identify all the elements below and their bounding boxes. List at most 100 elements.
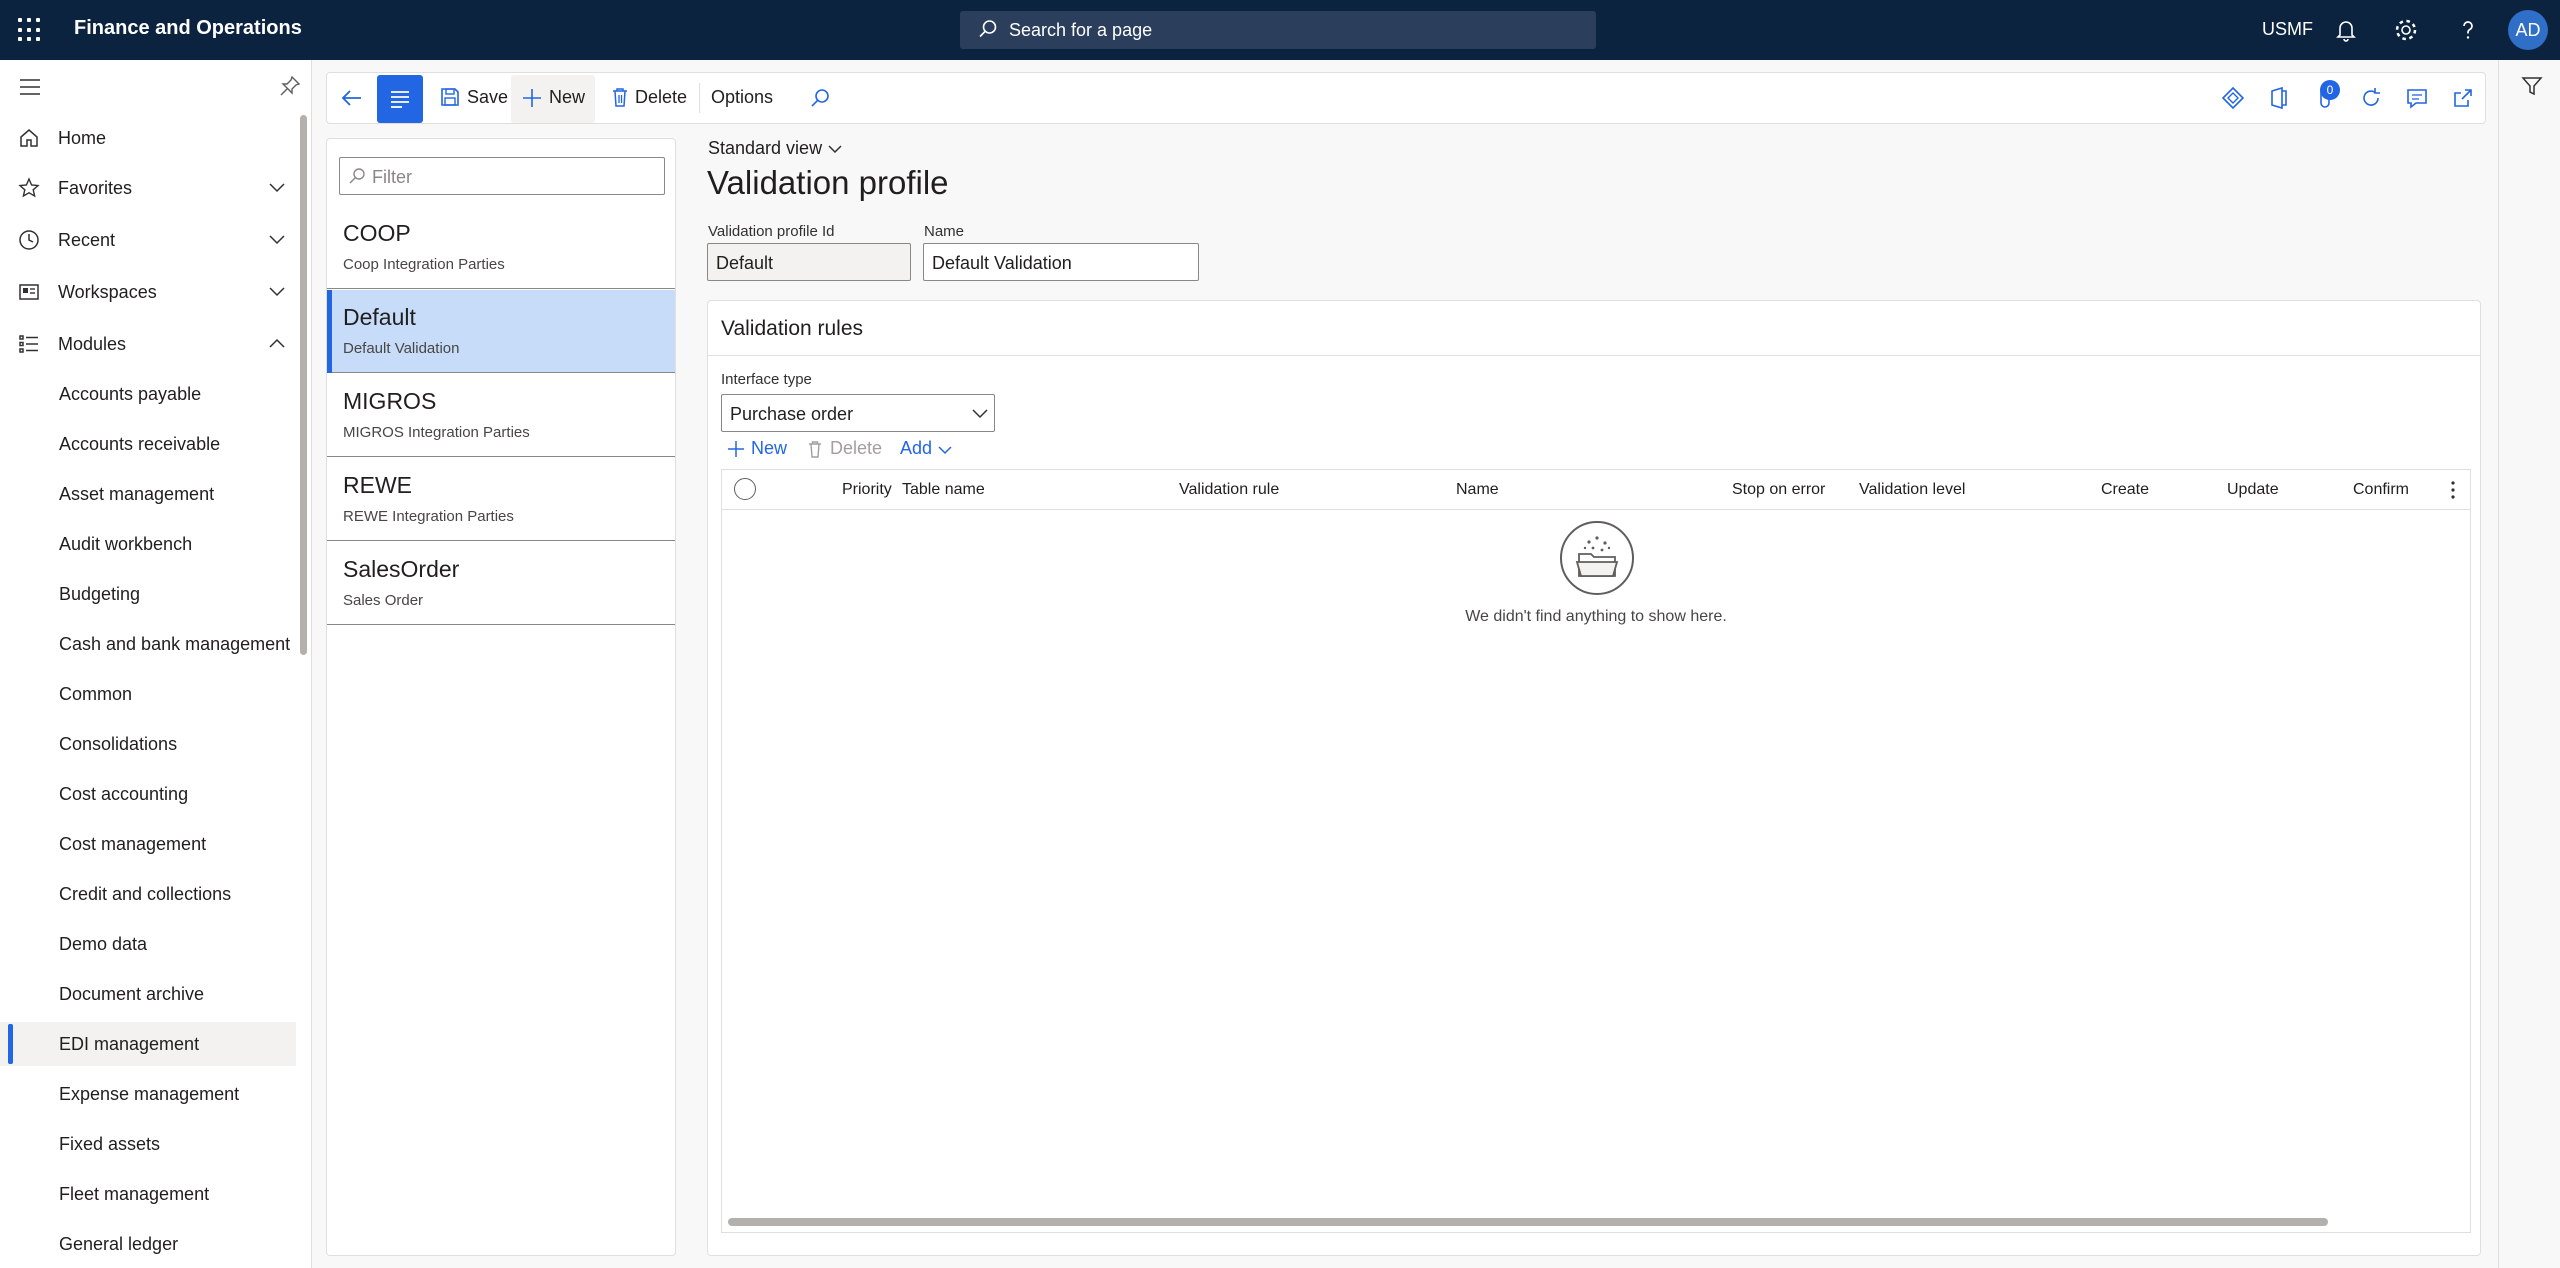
refresh-icon[interactable] <box>2358 85 2384 111</box>
bell-icon[interactable] <box>2332 16 2360 44</box>
module-fixed-assets[interactable]: Fixed assets <box>0 1122 296 1166</box>
module-accounts-receivable[interactable]: Accounts receivable <box>0 422 296 466</box>
app-title[interactable]: Finance and Operations <box>74 17 302 40</box>
view-selector[interactable]: Standard view <box>708 138 842 159</box>
action-separator <box>699 83 700 113</box>
module-label: General ledger <box>59 1234 179 1254</box>
filter-pane-icon[interactable] <box>2520 74 2544 98</box>
record-list-panel: Filter COOP Coop Integration Parties Def… <box>326 138 676 1256</box>
star-icon <box>18 177 40 198</box>
module-label: Audit workbench <box>59 534 193 554</box>
select-all-radio[interactable] <box>734 478 756 500</box>
office-icon[interactable] <box>2266 85 2292 111</box>
module-label: Cost management <box>59 834 207 854</box>
list-item[interactable]: MIGROS MIGROS Integration Parties <box>327 374 675 457</box>
module-label: Document archive <box>59 984 205 1004</box>
nav-modules-label: Modules <box>58 334 127 354</box>
list-item[interactable]: REWE REWE Integration Parties <box>327 458 675 541</box>
module-cash-and-bank-management[interactable]: Cash and bank management <box>0 622 296 666</box>
col-name[interactable]: Name <box>1456 481 1499 499</box>
save-button[interactable]: Save <box>433 73 508 123</box>
power-apps-icon[interactable] <box>2220 85 2246 111</box>
new-button[interactable]: New <box>511 75 595 123</box>
nav-modules[interactable]: Modules <box>0 322 300 366</box>
module-expense-management[interactable]: Expense management <box>0 1072 296 1116</box>
open-new-window-icon[interactable] <box>2450 85 2476 111</box>
col-stop-on-error[interactable]: Stop on error <box>1732 481 1825 499</box>
module-fleet-management[interactable]: Fleet management <box>0 1172 296 1216</box>
module-label: Demo data <box>59 934 148 954</box>
collapse-nav-icon[interactable] <box>18 78 42 96</box>
divider <box>2498 60 2499 1268</box>
company-picker[interactable]: USMF <box>2262 19 2313 40</box>
col-validation-level[interactable]: Validation level <box>1859 481 1965 499</box>
feedback-icon[interactable] <box>2404 85 2430 111</box>
delete-button[interactable]: Delete <box>607 73 697 123</box>
col-validation-rule[interactable]: Validation rule <box>1179 481 1279 499</box>
empty-folder-icon <box>1560 521 1634 595</box>
nav-workspaces[interactable]: Workspaces <box>0 270 300 314</box>
list-item-title: COOP <box>343 220 411 246</box>
interface-type-select[interactable]: Purchase order <box>721 394 995 432</box>
section-title[interactable]: Validation rules <box>721 317 863 341</box>
module-credit-and-collections[interactable]: Credit and collections <box>0 872 296 916</box>
app-launcher-icon[interactable] <box>18 18 42 42</box>
list-item[interactable]: SalesOrder Sales Order <box>327 542 675 625</box>
nav-scrollbar[interactable] <box>300 115 307 655</box>
validation-profile-id-field[interactable]: Default <box>707 243 911 281</box>
options-tab[interactable]: Options <box>711 73 791 123</box>
list-view-toggle[interactable] <box>377 75 423 123</box>
list-item-subtitle: Coop Integration Parties <box>343 256 505 273</box>
help-icon[interactable] <box>2454 16 2482 44</box>
module-document-archive[interactable]: Document archive <box>0 972 296 1016</box>
list-item-selected[interactable]: Default Default Validation <box>327 290 675 373</box>
interface-type-value: Purchase order <box>730 404 854 424</box>
search-actions-icon[interactable] <box>809 87 831 109</box>
empty-state-message: We didn't find anything to show here. <box>1465 608 1727 625</box>
nav-home-label: Home <box>58 128 107 148</box>
workspace-icon <box>19 284 39 300</box>
name-field[interactable]: Default Validation <box>923 243 1199 281</box>
grid-new-button[interactable]: New <box>727 435 793 465</box>
module-label: Accounts payable <box>59 384 202 404</box>
col-confirm[interactable]: Confirm <box>2353 481 2409 499</box>
module-demo-data[interactable]: Demo data <box>0 922 296 966</box>
user-avatar[interactable]: AD <box>2508 10 2548 50</box>
module-common[interactable]: Common <box>0 672 296 716</box>
col-table-name[interactable]: Table name <box>902 481 985 499</box>
col-create[interactable]: Create <box>2101 481 2149 499</box>
module-general-ledger[interactable]: General ledger <box>0 1222 296 1266</box>
list-item-subtitle: Default Validation <box>343 340 460 357</box>
list-icon <box>19 335 38 353</box>
module-accounts-payable[interactable]: Accounts payable <box>0 372 296 416</box>
back-icon[interactable] <box>339 85 365 111</box>
module-budgeting[interactable]: Budgeting <box>0 572 296 616</box>
gear-icon[interactable] <box>2392 16 2420 44</box>
grid-delete-button[interactable]: Delete <box>806 435 886 465</box>
chevron-down-icon <box>972 409 988 419</box>
grid-add-menu[interactable]: Add <box>900 435 962 465</box>
plus-icon <box>523 89 541 107</box>
search-input[interactable]: Search for a page <box>960 11 1596 49</box>
grid-horizontal-scrollbar[interactable] <box>728 1218 2328 1226</box>
pin-icon[interactable] <box>278 74 302 98</box>
list-view-icon <box>391 91 409 108</box>
module-consolidations[interactable]: Consolidations <box>0 722 296 766</box>
nav-favorites[interactable]: Favorites <box>0 166 300 210</box>
grid-new-label: New <box>751 438 788 458</box>
nav-recent[interactable]: Recent <box>0 218 300 262</box>
list-filter-input[interactable]: Filter <box>339 157 665 195</box>
module-label: Credit and collections <box>59 884 232 904</box>
module-cost-management[interactable]: Cost management <box>0 822 296 866</box>
module-edi-management[interactable]: EDI management <box>0 1022 296 1066</box>
col-priority[interactable]: Priority <box>842 481 892 499</box>
nav-home[interactable]: Home <box>0 116 300 160</box>
col-update[interactable]: Update <box>2227 481 2279 499</box>
more-options-icon[interactable] <box>2450 480 2456 500</box>
nav-workspaces-label: Workspaces <box>58 282 157 302</box>
search-icon <box>979 20 997 38</box>
module-asset-management[interactable]: Asset management <box>0 472 296 516</box>
list-item[interactable]: COOP Coop Integration Parties <box>327 206 675 289</box>
module-audit-workbench[interactable]: Audit workbench <box>0 522 296 566</box>
module-cost-accounting[interactable]: Cost accounting <box>0 772 296 816</box>
